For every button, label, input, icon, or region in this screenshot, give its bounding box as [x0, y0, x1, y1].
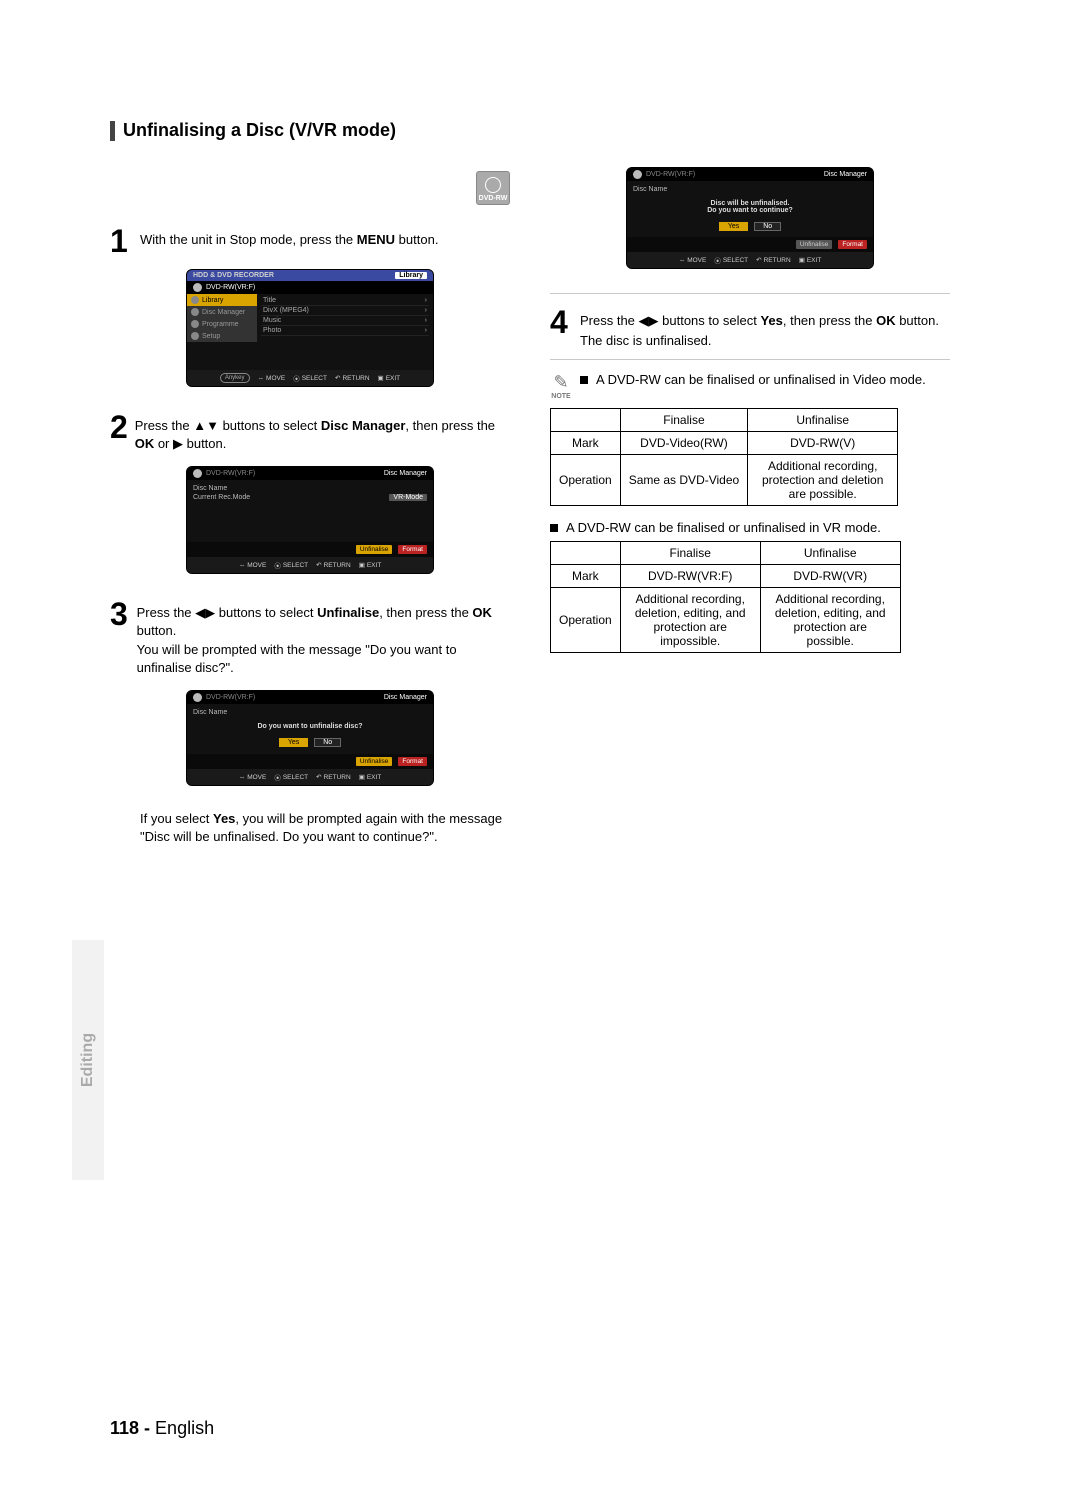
table-vr-mode: FinaliseUnfinalise MarkDVD-RW(VR:F)DVD-R… — [550, 541, 901, 653]
page-footer: 118 - English — [110, 1418, 214, 1439]
step-number: 1 — [110, 225, 140, 257]
page-number: 118 - — [110, 1418, 150, 1438]
accent-bar — [110, 121, 115, 141]
osd-screenshot-3: DVD-RW(VR:F)Disc Manager Disc Name Do yo… — [186, 690, 434, 786]
page-language: English — [150, 1418, 214, 1438]
note-text-2: A DVD-RW can be finalised or unfinalised… — [566, 520, 881, 535]
osd-screenshot-1: HDD & DVD RECORDERLibrary DVD-RW(VR:F) L… — [186, 269, 434, 387]
note-bullet-2: A DVD-RW can be finalised or unfinalised… — [550, 520, 950, 535]
side-tab: Editing — [72, 940, 104, 1180]
step-3-followup: If you select Yes, you will be prompted … — [140, 810, 510, 845]
osd-screenshot-2: DVD-RW(VR:F)Disc Manager Disc Name Curre… — [186, 466, 434, 574]
section-header: Unfinalising a Disc (V/VR mode) — [110, 120, 1010, 141]
table-video-mode: FinaliseUnfinalise MarkDVD-Video(RW)DVD-… — [550, 408, 898, 506]
section-title: Unfinalising a Disc (V/VR mode) — [123, 120, 396, 141]
note-text-1: A DVD-RW can be finalised or unfinalised… — [596, 372, 926, 387]
bullet-icon — [550, 524, 558, 532]
step-1: 1 With the unit in Stop mode, press the … — [110, 225, 510, 257]
step-3: 3 Press the ◀▶ buttons to select Unfinal… — [110, 598, 510, 678]
step-4: 4 Press the ◀▶ buttons to select Yes, th… — [550, 306, 950, 351]
disc-type-label: DVD-RW — [479, 195, 508, 202]
side-tab-label: Editing — [79, 1033, 97, 1087]
disc-type-badge: DVD-RW — [476, 171, 510, 205]
step-2: 2 Press the ▲▼ buttons to select Disc Ma… — [110, 411, 510, 454]
bullet-icon — [580, 376, 588, 384]
osd-screenshot-4: DVD-RW(VR:F)Disc Manager Disc Name Disc … — [626, 167, 874, 269]
note-block: ✎ NOTE A DVD-RW can be finalised or unfi… — [550, 372, 950, 400]
note-icon: ✎ NOTE — [550, 372, 572, 400]
